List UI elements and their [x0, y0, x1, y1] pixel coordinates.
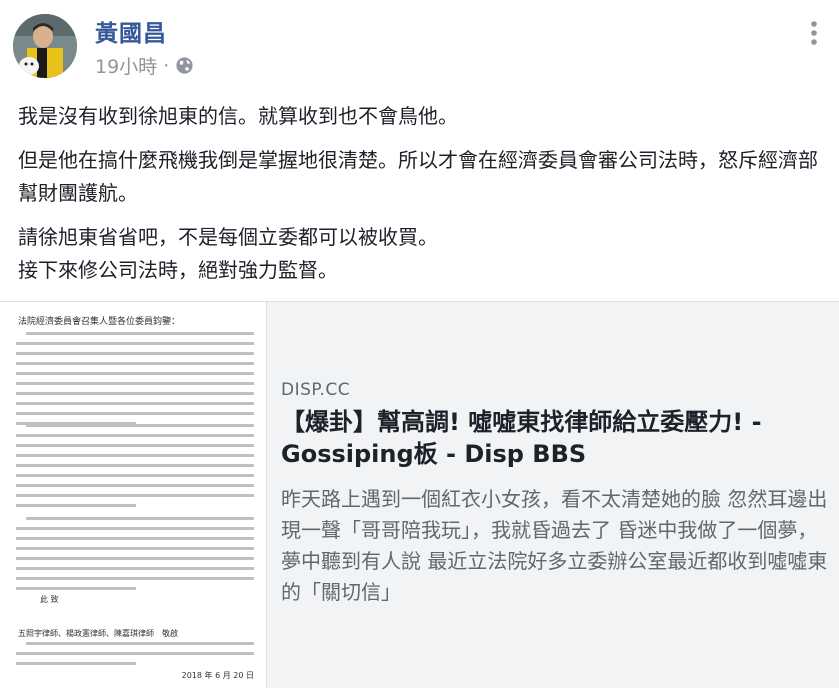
link-domain: DISP.CC: [281, 380, 351, 400]
document-text-line: [16, 372, 254, 375]
letter-closing: 此 致: [40, 595, 59, 604]
document-text-line: [26, 642, 254, 645]
document-text-line: [26, 424, 254, 427]
avatar[interactable]: [13, 14, 77, 78]
document-text-line: [16, 547, 254, 550]
document-text-line: [26, 517, 254, 520]
post-paragraph: 請徐旭東省省吧，不是每個立委都可以被收買。 接下來修公司法時，絕對強力監督。: [18, 225, 438, 282]
document-text-line: [16, 362, 254, 365]
document-text-line: [16, 504, 136, 507]
document-text-line: [16, 444, 254, 447]
document-text-line: [16, 474, 254, 477]
document-text-line: [16, 537, 254, 540]
link-thumbnail[interactable]: 法院經濟委員會召集人暨各位委員鈞鑒： 此 致 五照宇律師、楊政憲律師、陳嘉琪律師…: [0, 302, 267, 688]
document-text-line: [16, 392, 254, 395]
globe-icon[interactable]: [175, 56, 194, 75]
author-name[interactable]: 黃國昌: [95, 14, 167, 48]
document-text-line: [16, 352, 254, 355]
document-text-line: [16, 577, 254, 580]
letter-heading: 法院經濟委員會召集人暨各位委員鈞鑒：: [18, 317, 181, 327]
document-text-line: [16, 454, 254, 457]
document-text-line: [16, 434, 254, 437]
meta-separator: ·: [163, 54, 170, 77]
document-text-line: [16, 567, 254, 570]
document-text-line: [16, 484, 254, 487]
post-meta: 19小時 ·: [95, 52, 194, 79]
document-text-line: [26, 332, 254, 335]
document-text-line: [16, 412, 254, 415]
document-text-line: [16, 494, 254, 497]
link-description: 昨天路上遇到一個紅衣小女孩，看不太清楚她的臉 忽然耳邊出現一聲「哥哥陪我玩」，我…: [281, 487, 828, 604]
document-text-line: [16, 587, 136, 590]
document-text-line: [16, 662, 136, 665]
document-text-line: [16, 464, 254, 467]
post-header: 黃國昌 19小時 ·: [0, 0, 839, 90]
post-time[interactable]: 19小時: [95, 52, 157, 79]
document-text-line: [16, 402, 254, 405]
letter-date: 2018 年 6 月 20 日: [181, 671, 254, 680]
link-card-body[interactable]: DISP.CC 【爆卦】幫高調! 噓噓東找律師給立委壓力! - Gossipin…: [281, 302, 839, 688]
link-title[interactable]: 【爆卦】幫高調! 噓噓東找律師給立委壓力! - Gossiping板 - Dis…: [281, 406, 826, 470]
post-paragraph: 但是他在搞什麼飛機我倒是掌握地很清楚。所以才會在經濟委員會審公司法時，怒斥經濟部…: [18, 148, 818, 205]
more-vertical-icon[interactable]: [805, 14, 823, 54]
document-text-line: [16, 652, 254, 655]
letter-signers: 五照宇律師、楊政憲律師、陳嘉琪律師 敬啟: [18, 629, 178, 638]
link-preview-card[interactable]: 法院經濟委員會召集人暨各位委員鈞鑒： 此 致 五照宇律師、楊政憲律師、陳嘉琪律師…: [0, 301, 839, 688]
document-text-line: [16, 527, 254, 530]
document-text-line: [16, 342, 254, 345]
document-text-line: [16, 382, 254, 385]
post-paragraph: 我是沒有收到徐旭東的信。就算收到也不會鳥他。: [18, 104, 458, 128]
post-body: 我是沒有收到徐旭東的信。就算收到也不會鳥他。 但是他在搞什麼飛機我倒是掌握地很清…: [18, 100, 818, 298]
document-text-line: [16, 557, 254, 560]
